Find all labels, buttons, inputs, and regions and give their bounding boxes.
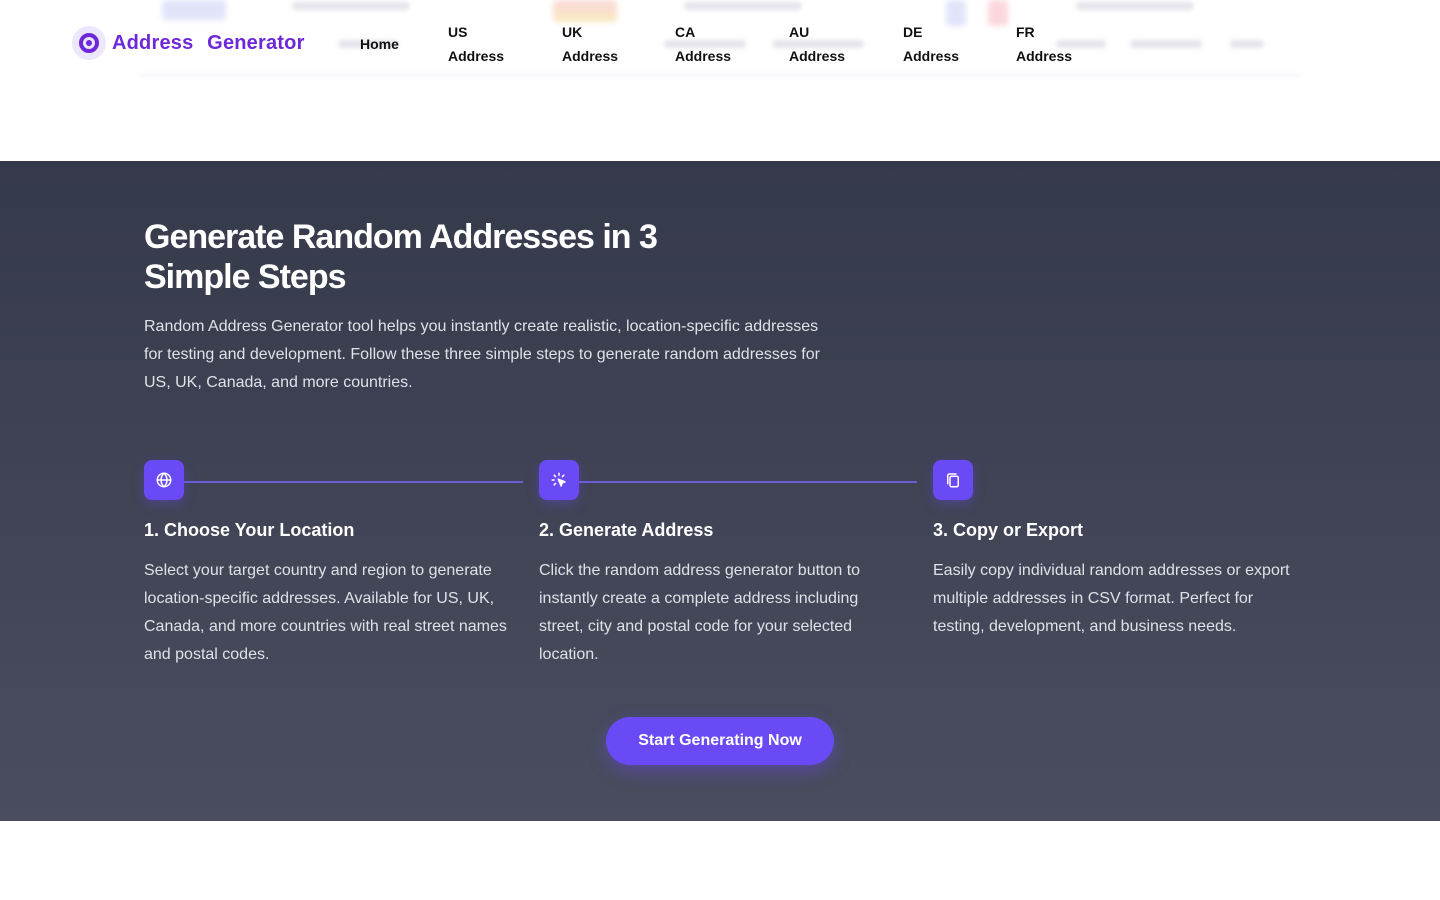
step-card: 2. Generate Address Click the random add… [539,460,889,663]
nav-us-address[interactable]: US Address [448,20,518,68]
blurred-background-text [1230,40,1264,48]
target-logo-icon [72,26,106,60]
blurred-background-text [292,2,410,10]
step-description: Easily copy individual random addresses … [933,562,1290,635]
blurred-background-text [684,2,802,10]
blurred-background-divider [140,74,1300,76]
blurred-background-flag [553,0,617,22]
how-it-works-section: Generate Random Addresses in 3 Simple St… [0,161,1440,821]
site-logo[interactable]: Address Generator [72,26,305,60]
nav-fr-address[interactable]: FR Address [1016,20,1086,68]
step-title: 2. Generate Address [539,520,714,540]
globe-icon [144,460,184,500]
start-generating-button[interactable]: Start Generating Now [606,717,834,765]
nav-uk-address[interactable]: UK Address [562,20,632,68]
copy-icon [933,460,973,500]
nav-home[interactable]: Home [360,32,420,56]
step-description: Click the random address generator butto… [539,562,861,663]
blurred-background-text [1076,2,1194,10]
nav-de-address[interactable]: DE Address [903,20,973,68]
step-title: 1. Choose Your Location [144,520,355,540]
step-card: 1. Choose Your Location Select your targ… [144,460,514,663]
logo-text: Address Generator [112,31,305,54]
step-title: 3. Copy or Export [933,520,1084,540]
site-header: Address Generator Home US Address UK Add… [0,0,1440,90]
section-title: Generate Random Addresses in 3 Simple St… [144,218,658,296]
blurred-background-text [1130,40,1202,48]
blurred-background-flag [988,0,1008,26]
nav-au-address[interactable]: AU Address [789,20,859,68]
step-description: Select your target country and region to… [144,562,507,663]
cursor-click-icon [539,460,579,500]
step-card: 3. Copy or Export Easily copy individual… [933,460,1308,635]
nav-ca-address[interactable]: CA Address [675,20,745,68]
section-intro: Random Address Generator tool helps you … [144,318,820,391]
blurred-background-card [162,0,226,20]
